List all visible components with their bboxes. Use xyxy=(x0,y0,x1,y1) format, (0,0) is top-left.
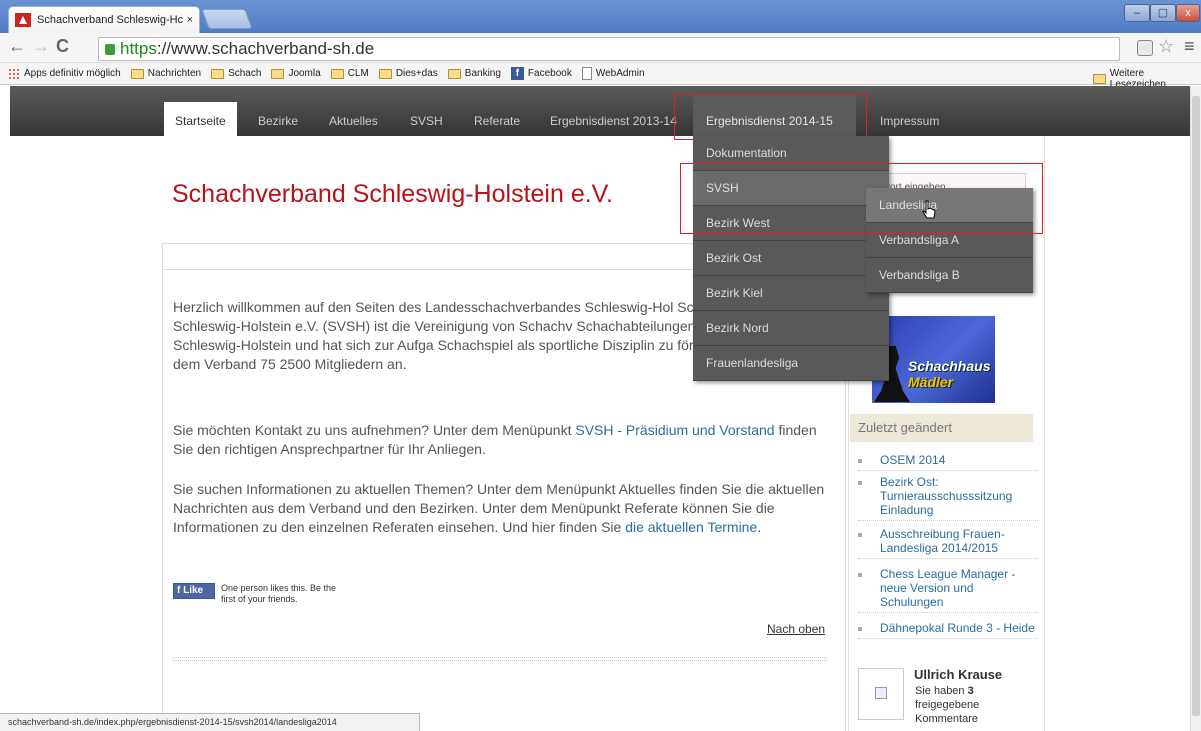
folder-icon xyxy=(211,68,225,79)
like-label: Like xyxy=(183,585,204,596)
nav-bezirke[interactable]: Bezirke xyxy=(258,86,298,136)
bookmarks-bar: Apps definitiv möglich Nachrichten Schac… xyxy=(0,63,1201,85)
folder-icon xyxy=(130,68,144,79)
hand-cursor-icon xyxy=(922,200,936,219)
page-icon xyxy=(581,67,592,80)
nav-referate[interactable]: Referate xyxy=(474,86,520,136)
user-text: Sie haben xyxy=(915,685,968,697)
sponsor-line2: Mädler xyxy=(908,374,954,390)
folder-icon xyxy=(447,68,461,79)
folder-icon xyxy=(330,68,344,79)
bookmark-label: Schach xyxy=(228,68,262,79)
user-name: Ullrich Krause xyxy=(914,667,1003,682)
folder-icon xyxy=(1093,74,1106,84)
browser-tab[interactable]: Schachverband Schleswig-Hc × xyxy=(8,6,200,33)
status-bar: schachverband-sh.de/index.php/ergebnisdi… xyxy=(0,713,420,731)
scrollbar-thumb[interactable] xyxy=(1192,96,1200,716)
bookmark-label: Apps definitiv möglich xyxy=(24,68,121,79)
folder-icon xyxy=(378,68,392,79)
dropdown-item-frauenlandesliga[interactable]: Frauenlandesliga xyxy=(693,346,889,381)
bookmark-schach[interactable]: Schach xyxy=(211,68,261,79)
sponsor-banner[interactable]: Schachhaus Mädler xyxy=(872,316,995,403)
avatar xyxy=(858,668,904,720)
recent-item[interactable]: Ausschreibung Frauen-Landesliga 2014/201… xyxy=(858,525,1038,559)
dropdown-item-bezirk-kiel[interactable]: Bezirk Kiel xyxy=(693,276,889,311)
bookmark-label: WebAdmin xyxy=(595,68,645,79)
praesidium-link[interactable]: SVSH - Präsidium und Vorstand xyxy=(575,422,774,438)
nav-aktuelles[interactable]: Aktuelles xyxy=(329,86,378,136)
text: Sie möchten Kontakt zu uns aufnehmen? Un… xyxy=(173,422,576,438)
divider xyxy=(172,657,827,661)
bookmark-webadmin[interactable]: WebAdmin xyxy=(581,67,645,80)
nav-impressum[interactable]: Impressum xyxy=(880,86,939,136)
bookmark-label: Facebook xyxy=(527,68,572,79)
like-button[interactable]: f Like xyxy=(173,583,215,599)
menu-icon[interactable]: ≡ xyxy=(1184,36,1195,57)
submenu-item-verbandsliga-b[interactable]: Verbandsliga B xyxy=(866,258,1033,293)
contact-paragraph: Sie möchten Kontakt zu uns aufnehmen? Un… xyxy=(173,421,838,459)
bookmark-label: Joomla xyxy=(288,68,321,79)
reload-icon[interactable]: C xyxy=(56,36,69,57)
bookmark-apps[interactable]: Apps definitiv möglich xyxy=(8,67,121,80)
user-comment-info: Sie haben 3 freigegebene Kommentare xyxy=(915,684,995,726)
bookmark-diesdas[interactable]: Dies+das xyxy=(378,68,438,79)
highlight-box-submenu xyxy=(680,163,1043,234)
dropdown-item-bezirk-ost[interactable]: Bezirk Ost xyxy=(693,241,889,276)
text: . xyxy=(757,519,762,535)
recent-item[interactable]: OSEM 2014 xyxy=(858,451,1038,471)
maximize-button[interactable]: ▢ xyxy=(1150,4,1176,22)
nav-svsh[interactable]: SVSH xyxy=(410,86,443,136)
tab-close-icon[interactable]: × xyxy=(187,14,193,26)
bookmark-facebook[interactable]: f Facebook xyxy=(510,67,572,80)
bookmark-nachrichten[interactable]: Nachrichten xyxy=(130,68,202,79)
back-arrow-icon[interactable]: ← xyxy=(8,36,26,57)
recent-item[interactable]: Bezirk Ost: Turnierausschusssitzung Einl… xyxy=(858,473,1038,521)
bookmark-joomla[interactable]: Joomla xyxy=(271,68,321,79)
bookmark-label: Dies+das xyxy=(395,68,438,79)
bookmark-label: CLM xyxy=(347,68,369,79)
url-scheme: https xyxy=(120,39,157,58)
sponsor-name: Schachhaus Mädler xyxy=(908,358,990,390)
broken-image-icon xyxy=(875,687,887,699)
star-icon[interactable]: ☆ xyxy=(1158,36,1174,57)
facebook-like: f Like One person likes this. Be the fir… xyxy=(173,583,351,605)
bookmark-banking[interactable]: Banking xyxy=(447,68,501,79)
nav-ergebnisdienst-2013-14[interactable]: Ergebnisdienst 2013-14 xyxy=(550,86,677,136)
scrollbar[interactable] xyxy=(1190,86,1201,731)
recent-heading: Zuletzt geändert xyxy=(850,414,1033,442)
user-text: freigegebene Kommentare xyxy=(915,699,980,725)
termine-link[interactable]: die aktuellen Termine xyxy=(625,519,757,535)
back-to-top-link[interactable]: Nach oben xyxy=(767,622,825,636)
folder-icon xyxy=(271,68,285,79)
sponsor-line1: Schachhaus xyxy=(908,358,991,374)
recent-item[interactable]: Chess League Manager - neue Version und … xyxy=(858,565,1038,613)
new-tab-button[interactable] xyxy=(201,9,253,29)
tab-title: Schachverband Schleswig-Hc xyxy=(37,14,183,26)
facebook-icon: f xyxy=(510,67,524,80)
apps-icon xyxy=(8,67,20,80)
dropdown-item-bezirk-nord[interactable]: Bezirk Nord xyxy=(693,311,889,346)
user-count: 3 xyxy=(967,685,974,697)
address-bar[interactable]: https://www.schachverband-sh.de xyxy=(98,37,1120,61)
bookmark-label: Banking xyxy=(464,68,501,79)
forward-arrow-icon[interactable]: → xyxy=(32,36,50,57)
page-title: Schachverband Schleswig-Holstein e.V. xyxy=(172,180,613,208)
highlight-box-nav xyxy=(674,94,867,140)
close-window-button[interactable]: x xyxy=(1176,4,1200,22)
bookmark-label: Nachrichten xyxy=(147,68,202,79)
lock-icon xyxy=(105,44,115,55)
favicon-icon xyxy=(15,13,31,27)
extension-icon[interactable] xyxy=(1137,40,1153,56)
bookmark-clm[interactable]: CLM xyxy=(330,68,369,79)
nav-startseite[interactable]: Startseite xyxy=(164,102,237,136)
like-text: One person likes this. Be the first of y… xyxy=(221,583,337,604)
info-paragraph: Sie suchen Informationen zu aktuellen Th… xyxy=(173,480,838,537)
minimize-button[interactable]: – xyxy=(1124,4,1150,22)
recent-item[interactable]: Dähnepokal Runde 3 - Heide xyxy=(858,619,1038,639)
url-host: ://www.schachverband-sh.de xyxy=(156,39,375,58)
